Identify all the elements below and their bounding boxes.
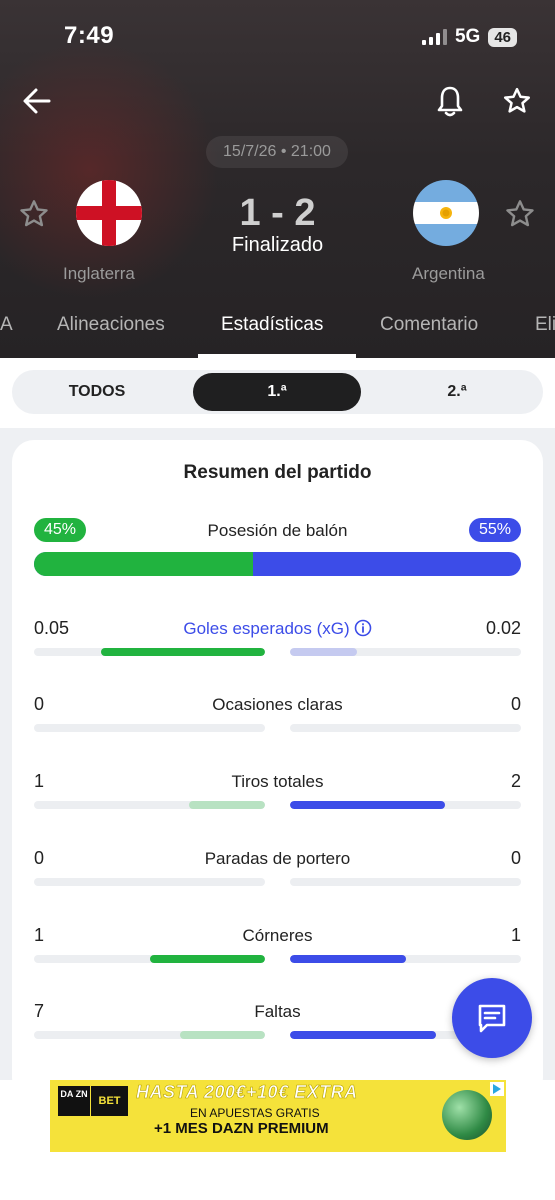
stat-label-text: Córneres	[242, 926, 313, 945]
status-time: 7:49	[64, 22, 115, 49]
match-header: 7:49 5G 46 15/7/26 • 21:00 Inglaterra Ar…	[0, 0, 555, 358]
back-button[interactable]	[20, 84, 54, 118]
stat-away-bar	[290, 1031, 436, 1039]
stat-label-text: Paradas de portero	[204, 849, 351, 868]
stat-away-bar	[290, 648, 357, 656]
stat-row: 7 Faltas	[34, 1001, 521, 1061]
arrow-left-icon	[23, 88, 51, 114]
stat-label-text: Tiros totales	[231, 772, 324, 791]
tab-partial-right[interactable]: Eli	[535, 314, 555, 336]
ad-offer: +1 MES DAZN PREMIUM	[154, 1120, 329, 1137]
stat-home-track	[34, 801, 265, 809]
stat-away-value: 0	[510, 848, 521, 868]
ad-banner[interactable]: DA ZN BET HASTA 200€+10€ EXTRA EN APUEST…	[50, 1080, 506, 1152]
match-score: 1 - 2	[239, 192, 316, 234]
stat-label-text: Faltas	[254, 1002, 301, 1021]
battery-icon: 46	[488, 27, 517, 47]
summary-title: Resumen del partido	[183, 462, 372, 483]
stat-home-bar	[179, 1031, 265, 1039]
ad-headline: HASTA 200€+10€ EXTRA	[136, 1082, 358, 1103]
stat-label: Córneres	[34, 926, 521, 946]
ad-choices-icon[interactable]	[490, 1082, 504, 1096]
stat-away-bar	[290, 955, 406, 963]
favorite-match-button[interactable]	[500, 84, 534, 118]
stat-home-track	[34, 955, 265, 963]
period-first-half-button[interactable]: 1.ª	[193, 373, 361, 411]
star-icon	[504, 87, 530, 113]
stat-row: 0 Ocasiones claras 0	[34, 694, 521, 754]
stat-row: 1 Tiros totales 2	[34, 771, 521, 831]
stat-row: 1 Córneres 1	[34, 925, 521, 985]
ad-area: DA ZN BET HASTA 200€+10€ EXTRA EN APUEST…	[0, 1080, 555, 1200]
stat-home-track	[34, 1031, 265, 1039]
match-tabs: A Alineaciones Estadísticas Comentario E…	[0, 306, 555, 358]
stat-label: Tiros totales	[34, 772, 521, 792]
home-possession-fill	[34, 552, 254, 576]
stat-away-value: 0.02	[485, 618, 521, 638]
stat-label-text: Goles esperados (xG)	[183, 619, 350, 638]
header-glow	[0, 40, 220, 300]
period-all-button[interactable]: TODOS	[12, 370, 182, 414]
tab-statistics[interactable]: Estadísticas	[221, 314, 323, 336]
chat-button[interactable]	[452, 978, 532, 1058]
notifications-button[interactable]	[434, 84, 466, 118]
football-ball-icon	[442, 1090, 492, 1140]
stat-home-bar	[149, 955, 265, 963]
match-datetime: 15/7/26 • 21:00	[206, 136, 348, 168]
stat-away-track	[290, 724, 521, 732]
status-icons: 5G 46	[421, 26, 517, 48]
stat-home-track	[34, 724, 265, 732]
stat-home-track	[34, 648, 265, 656]
possession-bar	[34, 552, 521, 576]
signal-icon	[421, 29, 447, 45]
possession-label: Posesión de balón	[207, 521, 348, 540]
home-team-name[interactable]: Inglaterra	[63, 264, 135, 284]
period-filter: TODOS 1.ª 2.ª	[12, 370, 543, 414]
bell-icon	[437, 86, 463, 117]
stat-label-text: Ocasiones claras	[212, 695, 343, 714]
stat-away-track	[290, 878, 521, 886]
stat-row: 0.05 Goles esperados (xG) 0.02	[34, 618, 521, 678]
period-second-half-button[interactable]: 2.ª	[372, 370, 542, 414]
stat-label: Faltas	[34, 1002, 521, 1022]
ad-subline: EN APUESTAS GRATIS	[190, 1106, 320, 1120]
tab-commentary[interactable]: Comentario	[380, 314, 478, 336]
stat-away-value: 1	[510, 925, 521, 945]
stat-home-bar	[101, 648, 265, 656]
stat-label: Paradas de portero	[34, 849, 521, 869]
away-possession-badge: 55%	[468, 518, 521, 542]
period-filter-area: TODOS 1.ª 2.ª	[0, 358, 555, 428]
info-icon[interactable]	[354, 619, 372, 637]
stat-away-track	[290, 955, 521, 963]
stat-label: Ocasiones claras	[34, 695, 521, 715]
match-status: Finalizado	[231, 234, 324, 256]
stat-away-bar	[290, 801, 445, 809]
chat-icon	[478, 1004, 506, 1033]
stat-row: 0 Paradas de portero 0	[34, 848, 521, 908]
stat-home-bar	[188, 801, 265, 809]
stat-home-track	[34, 878, 265, 886]
stat-label[interactable]: Goles esperados (xG)	[34, 619, 521, 639]
tab-lineups[interactable]: Alineaciones	[57, 314, 165, 336]
stat-away-value: 0	[510, 694, 521, 714]
away-team-name[interactable]: Argentina	[412, 264, 485, 284]
stat-away-track	[290, 648, 521, 656]
network-type: 5G	[454, 26, 481, 47]
stat-away-track	[290, 801, 521, 809]
dazn-bet-logo: DA ZN BET	[58, 1086, 134, 1116]
tab-partial-left[interactable]: A	[0, 314, 13, 336]
stat-away-value: 2	[510, 771, 521, 791]
